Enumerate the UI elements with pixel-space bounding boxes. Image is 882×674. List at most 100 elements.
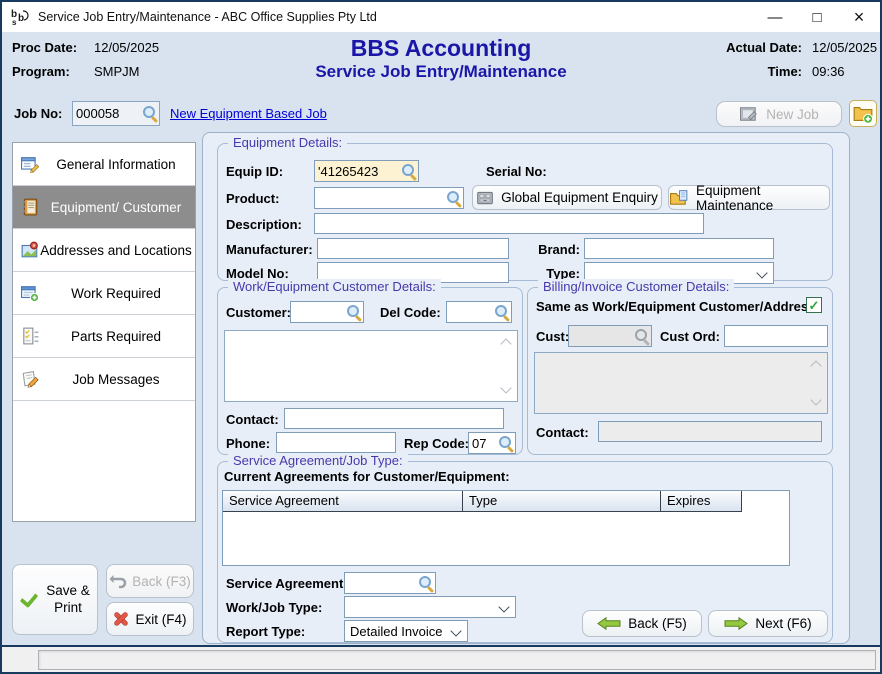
job-no-label: Job No: — [14, 106, 62, 121]
actual-date-label: Actual Date: — [702, 40, 802, 55]
check-icon — [17, 591, 39, 609]
new-equipment-based-job-link[interactable]: New Equipment Based Job — [170, 106, 327, 121]
equipment-maintenance-button[interactable]: Equipment Maintenance — [668, 185, 830, 210]
equip-id-field[interactable] — [314, 160, 419, 182]
notepad-pencil-icon — [739, 105, 759, 123]
arrow-right-icon — [724, 617, 748, 630]
job-no-search-icon[interactable] — [142, 105, 159, 122]
del-code-label: Del Code: — [380, 305, 441, 320]
agreements-table: Service Agreement Type Expires — [222, 490, 790, 566]
description-input[interactable] — [314, 213, 704, 234]
back-f3-button[interactable]: Back (F3) — [106, 564, 194, 598]
service-agreement-label: Service Agreement: — [226, 576, 348, 591]
service-agreement-field[interactable] — [344, 572, 436, 594]
customer-search-icon[interactable] — [346, 304, 363, 321]
work-customer-fieldset: Work/Equipment Customer Details: Custome… — [217, 287, 523, 455]
scroll-up-icon[interactable] — [810, 360, 821, 371]
rep-code-input[interactable] — [469, 436, 498, 451]
column-header-type[interactable]: Type — [463, 491, 661, 512]
back-f5-label: Back (F5) — [628, 616, 687, 631]
work-job-type-dropdown[interactable] — [344, 596, 516, 618]
global-equipment-enquiry-button[interactable]: Global Equipment Enquiry — [472, 185, 662, 210]
phone-label: Phone: — [226, 436, 270, 451]
time-label: Time: — [702, 64, 802, 79]
form-edit-icon — [21, 155, 39, 173]
work-customer-address-box[interactable] — [224, 330, 518, 402]
customer-field[interactable] — [290, 301, 364, 323]
product-input[interactable] — [315, 191, 446, 206]
sidebar-item-general-information[interactable]: General Information — [13, 143, 195, 186]
note-edit-icon — [21, 370, 39, 388]
undo-arrow-icon — [109, 574, 127, 589]
folder-add-icon — [853, 104, 873, 124]
sidebar-item-addresses-locations[interactable]: Addresses and Locations — [13, 229, 195, 272]
new-job-button[interactable]: New Job — [716, 101, 842, 127]
maximize-button[interactable]: □ — [796, 2, 838, 32]
back-f5-button[interactable]: Back (F5) — [582, 610, 702, 637]
del-code-field[interactable] — [446, 301, 512, 323]
rep-code-field[interactable] — [468, 432, 516, 454]
column-header-expires[interactable]: Expires — [661, 491, 742, 512]
map-pin-icon — [21, 241, 39, 259]
report-type-dropdown[interactable]: Detailed Invoice — [344, 620, 468, 642]
rep-code-label: Rep Code: — [404, 436, 469, 451]
same-as-checkbox[interactable]: ✓ — [806, 297, 822, 313]
scroll-down-icon[interactable] — [500, 382, 511, 393]
service-agreement-search-icon[interactable] — [418, 575, 435, 592]
save-print-label: Save & Print — [43, 583, 93, 617]
cust-ord-field[interactable] — [724, 325, 828, 347]
sidebar-item-label: Parts Required — [39, 329, 193, 344]
folder-page-icon — [669, 189, 689, 207]
del-code-input[interactable] — [447, 305, 494, 320]
red-x-icon — [113, 611, 129, 627]
column-header-service-agreement[interactable]: Service Agreement — [223, 491, 463, 512]
billing-contact-input[interactable] — [598, 421, 822, 442]
same-as-label: Same as Work/Equipment Customer/Address: — [536, 299, 820, 314]
address-book-icon — [21, 198, 39, 216]
del-code-search-icon[interactable] — [494, 304, 511, 321]
brand-input[interactable] — [584, 238, 774, 259]
customer-label: Customer: — [226, 305, 291, 320]
save-print-button[interactable]: Save & Print — [12, 564, 98, 635]
scroll-up-icon[interactable] — [500, 338, 511, 349]
equip-id-input[interactable] — [315, 164, 401, 179]
agreements-table-title: Current Agreements for Customer/Equipmen… — [224, 469, 510, 484]
cust-ord-input[interactable] — [725, 329, 827, 344]
manufacturer-input[interactable] — [317, 238, 509, 259]
product-field[interactable] — [314, 187, 464, 209]
app-icon: b b s — [10, 7, 30, 27]
job-no-input[interactable] — [73, 106, 142, 121]
job-no-field[interactable] — [72, 101, 160, 126]
sidebar-item-work-required[interactable]: Work Required — [13, 272, 195, 315]
customer-input[interactable] — [291, 305, 346, 320]
cust-field[interactable] — [568, 325, 652, 347]
cust-search-icon[interactable] — [634, 328, 651, 345]
rep-code-search-icon[interactable] — [498, 435, 515, 452]
equip-id-search-icon[interactable] — [401, 163, 418, 180]
time-value: 09:36 — [812, 64, 845, 79]
sidebar-item-parts-required[interactable]: Parts Required — [13, 315, 195, 358]
billing-customer-fieldset: Billing/Invoice Customer Details: Same a… — [527, 287, 833, 455]
equip-id-label: Equip ID: — [226, 164, 283, 179]
scroll-down-icon[interactable] — [810, 394, 821, 405]
billing-address-box[interactable] — [534, 352, 828, 414]
agreements-table-header: Service Agreement Type Expires — [223, 491, 789, 512]
billing-contact-label: Contact: — [536, 425, 589, 440]
minimize-button[interactable]: — — [754, 2, 796, 32]
sidebar-item-label: Work Required — [39, 286, 193, 301]
cust-input[interactable] — [569, 329, 634, 344]
exit-f4-button[interactable]: Exit (F4) — [106, 602, 194, 636]
phone-input[interactable] — [276, 432, 396, 453]
next-f6-button[interactable]: Next (F6) — [708, 610, 828, 637]
global-equipment-enquiry-label: Global Equipment Enquiry — [501, 190, 658, 205]
work-contact-input[interactable] — [284, 408, 504, 429]
service-agreement-input[interactable] — [345, 576, 418, 591]
svg-text:s: s — [12, 18, 17, 27]
sidebar-item-equipment-customer[interactable]: Equipment/ Customer — [13, 186, 195, 229]
close-button[interactable]: × — [838, 2, 880, 32]
equipment-details-fieldset: Equipment Details: Equip ID: Serial No: … — [217, 143, 833, 281]
equipment-customer-panel: Equipment Details: Equip ID: Serial No: … — [202, 132, 850, 644]
sidebar-item-job-messages[interactable]: Job Messages — [13, 358, 195, 401]
product-search-icon[interactable] — [446, 190, 463, 207]
folder-add-button[interactable] — [849, 100, 877, 127]
